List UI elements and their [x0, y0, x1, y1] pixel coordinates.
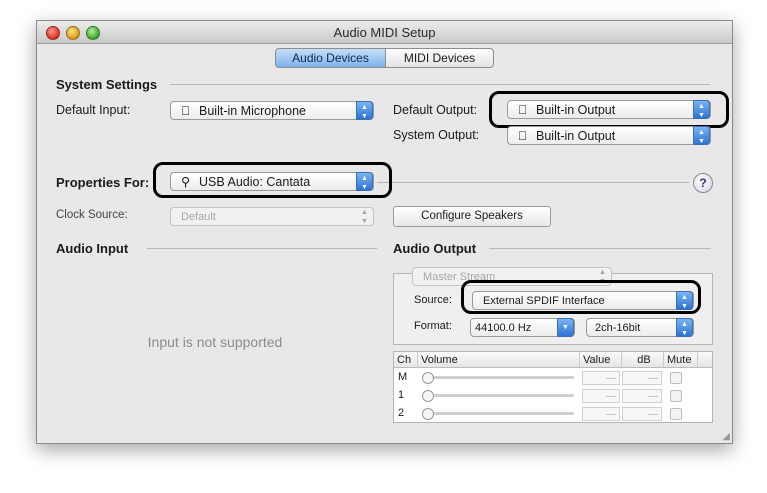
title-bar[interactable]: Audio MIDI Setup	[37, 21, 732, 44]
column-header-value: Value	[580, 352, 622, 368]
clock-source-label: Clock Source:	[56, 209, 128, 221]
column-header-spacer	[698, 352, 712, 368]
source-label: Source:	[414, 294, 452, 306]
help-button[interactable]: ?	[693, 173, 713, 193]
db-field: —	[622, 407, 662, 421]
volume-slider-track	[426, 376, 574, 379]
system-settings-heading: System Settings	[56, 77, 158, 92]
default-input-popup[interactable]: Built-in Microphone ▲▼	[170, 101, 374, 120]
system-output-label: System Output:	[393, 128, 480, 142]
input-not-supported-message: Input is not supported	[147, 334, 283, 350]
format-rate-value: 44100.0 Hz	[475, 322, 532, 334]
popup-arrows-icon: ▲ ▼	[356, 101, 373, 120]
divider	[377, 182, 689, 183]
highlight-callout	[489, 91, 729, 128]
tab-midi-devices[interactable]: MIDI Devices	[385, 48, 494, 68]
format-label: Format:	[414, 320, 452, 332]
divider	[170, 84, 710, 85]
default-input-value: Built-in Microphone	[199, 104, 306, 118]
column-header-ch: Ch	[394, 352, 418, 368]
channel-table: Ch Volume Value dB Mute M — — 1 — — 2 — …	[393, 351, 713, 423]
column-header-db: dB	[622, 352, 664, 368]
chevron-down-icon: ▼	[557, 318, 574, 337]
app-window: Audio MIDI Setup Audio Devices MIDI Devi…	[36, 20, 733, 444]
channel-name: 2	[398, 407, 405, 419]
audio-input-heading: Audio Input	[56, 241, 129, 256]
mute-checkbox[interactable]	[670, 390, 682, 402]
divider	[147, 248, 377, 249]
audio-output-heading: Audio Output	[393, 241, 477, 256]
configure-speakers-button[interactable]: Configure Speakers	[393, 206, 551, 227]
default-input-label: Default Input:	[56, 103, 131, 117]
mute-checkbox[interactable]	[670, 372, 682, 384]
window-title: Audio MIDI Setup	[333, 25, 436, 40]
popup-arrows-icon: ▲ ▼	[361, 209, 368, 225]
popup-arrows-icon: ▲ ▼	[676, 318, 693, 337]
volume-slider-track	[426, 412, 574, 415]
clock-source-value: Default	[181, 211, 216, 223]
column-header-mute: Mute	[664, 352, 698, 368]
table-row: 1 — —	[394, 387, 712, 405]
column-header-volume: Volume	[418, 352, 580, 368]
db-field: —	[622, 371, 662, 385]
default-output-label: Default Output:	[393, 103, 478, 117]
tab-audio-devices[interactable]: Audio Devices	[275, 48, 386, 68]
highlight-callout	[461, 280, 701, 314]
table-row: 2 — —	[394, 405, 712, 423]
volume-slider-knob[interactable]	[422, 390, 434, 402]
table-row: M — —	[394, 369, 712, 387]
channel-name: M	[398, 371, 408, 383]
db-field: —	[622, 389, 662, 403]
volume-slider-knob[interactable]	[422, 408, 434, 420]
apple-icon: 	[518, 127, 536, 146]
apple-icon: 	[181, 102, 199, 121]
resize-grip-icon[interactable]: ◢	[722, 431, 730, 442]
divider	[489, 248, 711, 249]
volume-slider-knob[interactable]	[422, 372, 434, 384]
value-field: —	[582, 407, 620, 421]
format-bits-value: 2ch-16bit	[595, 322, 641, 334]
format-rate-popup[interactable]: 44100.0 Hz ▼	[470, 318, 575, 337]
volume-slider-track	[426, 394, 574, 397]
highlight-callout	[153, 162, 392, 198]
mute-checkbox[interactable]	[670, 408, 682, 420]
clock-source-popup: Default ▲ ▼	[170, 207, 374, 226]
format-bits-popup[interactable]: 2ch-16bit ▲ ▼	[586, 318, 694, 337]
value-field: —	[582, 371, 620, 385]
properties-for-label: Properties For:	[56, 175, 150, 190]
system-output-popup[interactable]: Built-in Output ▲▼	[507, 126, 711, 145]
system-output-value: Built-in Output	[536, 129, 616, 143]
channel-name: 1	[398, 389, 405, 401]
value-field: —	[582, 389, 620, 403]
popup-arrows-icon: ▲ ▼	[693, 126, 710, 145]
